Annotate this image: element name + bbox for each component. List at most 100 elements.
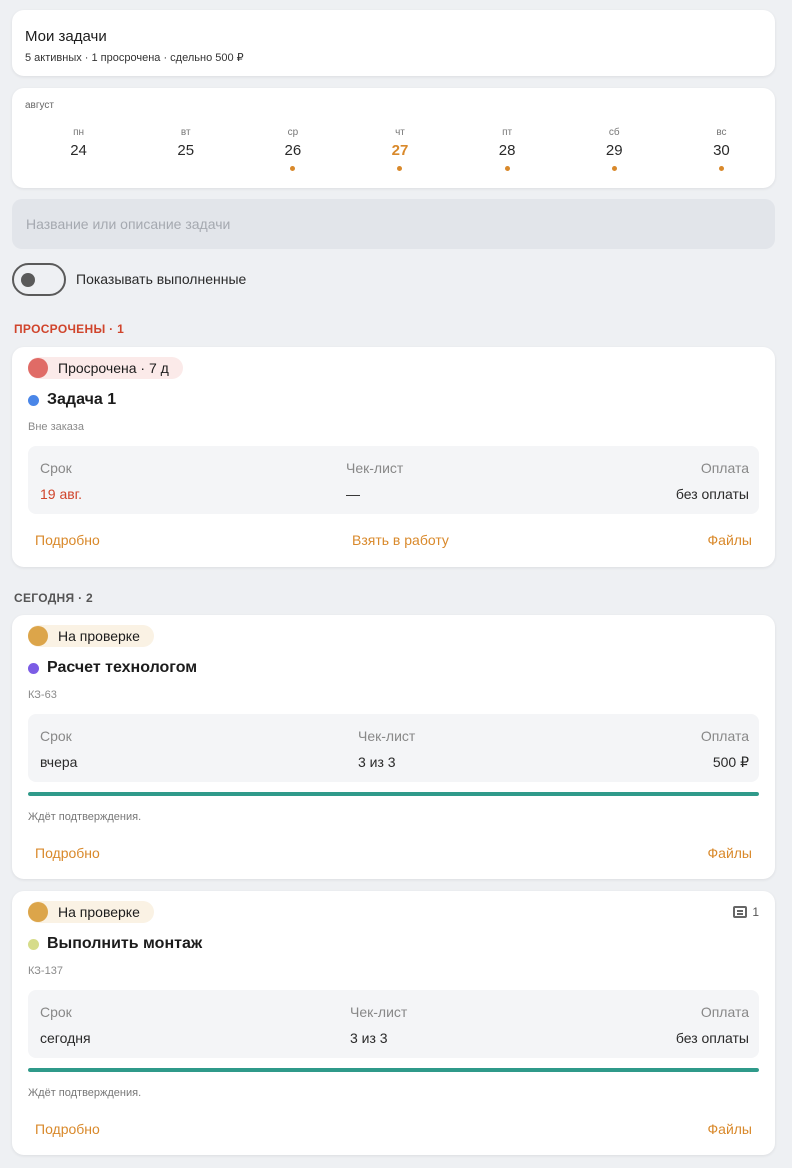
week-calendar: август пн 24 вт 25 ср 26 чт 27 пт 28 сб [12,88,775,188]
checklist-column: Чек-лист — [346,460,403,502]
day-of-week: сб [608,127,620,138]
day-number: 25 [177,142,195,159]
task-info-panel: Срок сегодня Чек-лист 3 из 3 Оплата без … [28,990,759,1058]
calendar-day[interactable]: вс 30 [668,126,775,171]
deadline-label: Срок [40,460,72,476]
status-note: Ждёт подтверждения. [28,1087,142,1099]
payment-value: без оплаты [675,1030,749,1046]
section-title-today: СЕГОДНЯ · 2 [14,591,93,605]
calendar-month: август [25,100,54,111]
toggle-knob [21,272,35,287]
checklist-progress-bar [28,1068,759,1072]
status-badge-label: На проверке [58,904,140,920]
calendar-day[interactable]: сб 29 [561,126,668,171]
checklist-label: Чек-лист [346,460,404,476]
calendar-day[interactable]: ср 26 [239,126,346,171]
deadline-label: Срок [40,1004,72,1020]
header-card: Мои задачи 5 активных · 1 просрочена · с… [12,10,775,76]
files-link[interactable]: Файлы [708,845,752,861]
deadline-column: Срок 19 авг. [40,460,82,502]
payment-label: Оплата [700,460,749,476]
checklist-value: — [346,486,360,502]
task-card[interactable]: Просрочена · 7 д Задача 1 Вне заказа Сро… [12,347,775,567]
calendar-day[interactable]: чт 27 [346,126,453,171]
show-done-row: Показывать выполненные [12,262,246,296]
status-badge: На проверке [28,625,154,647]
day-number: 30 [713,142,730,159]
day-of-week: пт [502,127,513,138]
checklist-column: Чек-лист 3 из 3 [358,728,415,770]
day-number: 27 [391,142,409,159]
section-title-overdue: ПРОСРОЧЕНЫ · 1 [14,322,125,336]
checklist-progress-bar [28,792,759,796]
progress-fill [28,1068,759,1072]
day-of-week: ср [287,127,299,138]
payment-label: Оплата [700,1004,749,1020]
deadline-label: Срок [40,728,72,744]
files-link[interactable]: Файлы [708,1121,752,1137]
calendar-day[interactable]: вт 25 [132,126,239,171]
task-subtitle: КЗ-137 [28,965,63,977]
status-note: Ждёт подтверждения. [28,811,142,823]
status-badge: Просрочена · 7 д [28,357,183,379]
day-number: 28 [498,142,516,159]
day-of-week: пн [73,127,85,138]
day-number: 24 [70,142,87,159]
task-indicator-dot [611,166,617,171]
page-title: Мои задачи [25,28,107,45]
checklist-label: Чек-лист [358,728,416,744]
status-dot [28,626,48,646]
task-title-text: Задача 1 [47,391,117,408]
task-subtitle: КЗ-63 [28,689,57,701]
task-info-panel: Срок 19 авг. Чек-лист — Оплата без оплат… [28,446,759,514]
status-badge-label: Просрочена · 7 д [58,360,169,376]
show-done-label: Показывать выполненные [76,271,247,287]
task-indicator-dot [76,166,81,171]
details-link[interactable]: Подробно [35,1121,100,1137]
take-to-work-link[interactable]: Взять в работу [352,532,449,548]
task-search-input[interactable] [12,199,775,249]
progress-fill [28,792,759,796]
task-subtitle: Вне заказа [28,421,84,433]
day-of-week: вс [716,127,727,138]
deadline-value: сегодня [40,1030,91,1046]
task-title: Расчет технологом [28,659,197,677]
task-title-text: Выполнить монтаж [47,935,203,952]
payment-value: без оплаты [675,486,749,502]
details-link[interactable]: Подробно [35,845,100,861]
calendar-day[interactable]: пт 28 [454,126,561,171]
payment-column: Оплата без оплаты [676,1004,749,1046]
checklist-value: 3 из 3 [358,754,396,770]
calendar-day[interactable]: пн 24 [25,126,132,171]
task-indicator-dot [504,166,510,171]
page-subtitle: 5 активных · 1 просрочена · сдельно 500 … [25,52,244,64]
task-color-dot [28,662,39,674]
task-indicator-dot [183,166,188,171]
details-link[interactable]: Подробно [35,532,100,548]
task-card[interactable]: На проверке Расчет технологом КЗ-63 Срок… [12,615,775,879]
day-number: 29 [605,142,623,159]
task-title: Выполнить монтаж [28,935,202,953]
comment-icon [733,906,748,918]
task-color-dot [28,938,39,950]
checklist-label: Чек-лист [350,1004,408,1020]
files-link[interactable]: Файлы [708,532,752,548]
deadline-column: Срок сегодня [40,1004,91,1046]
payment-column: Оплата 500 ₽ [701,728,749,771]
status-badge-label: На проверке [58,628,140,644]
task-indicator-dot [397,166,403,171]
task-info-panel: Срок вчера Чек-лист 3 из 3 Оплата 500 ₽ [28,714,759,782]
day-of-week: чт [395,127,405,138]
task-title: Задача 1 [28,391,116,409]
status-badge: На проверке [28,901,154,923]
deadline-value: 19 авг. [40,486,82,502]
show-done-toggle[interactable] [12,262,66,296]
checklist-column: Чек-лист 3 из 3 [350,1004,407,1046]
task-card[interactable]: На проверке 1 Выполнить монтаж КЗ-137 Ср… [12,891,775,1155]
deadline-column: Срок вчера [40,728,77,770]
task-indicator-dot [290,166,296,171]
calendar-days: пн 24 вт 25 ср 26 чт 27 пт 28 сб 29 вс 3… [25,126,775,171]
status-dot [28,902,48,922]
task-title-text: Расчет технологом [47,659,198,676]
comments-counter[interactable]: 1 [733,905,759,919]
